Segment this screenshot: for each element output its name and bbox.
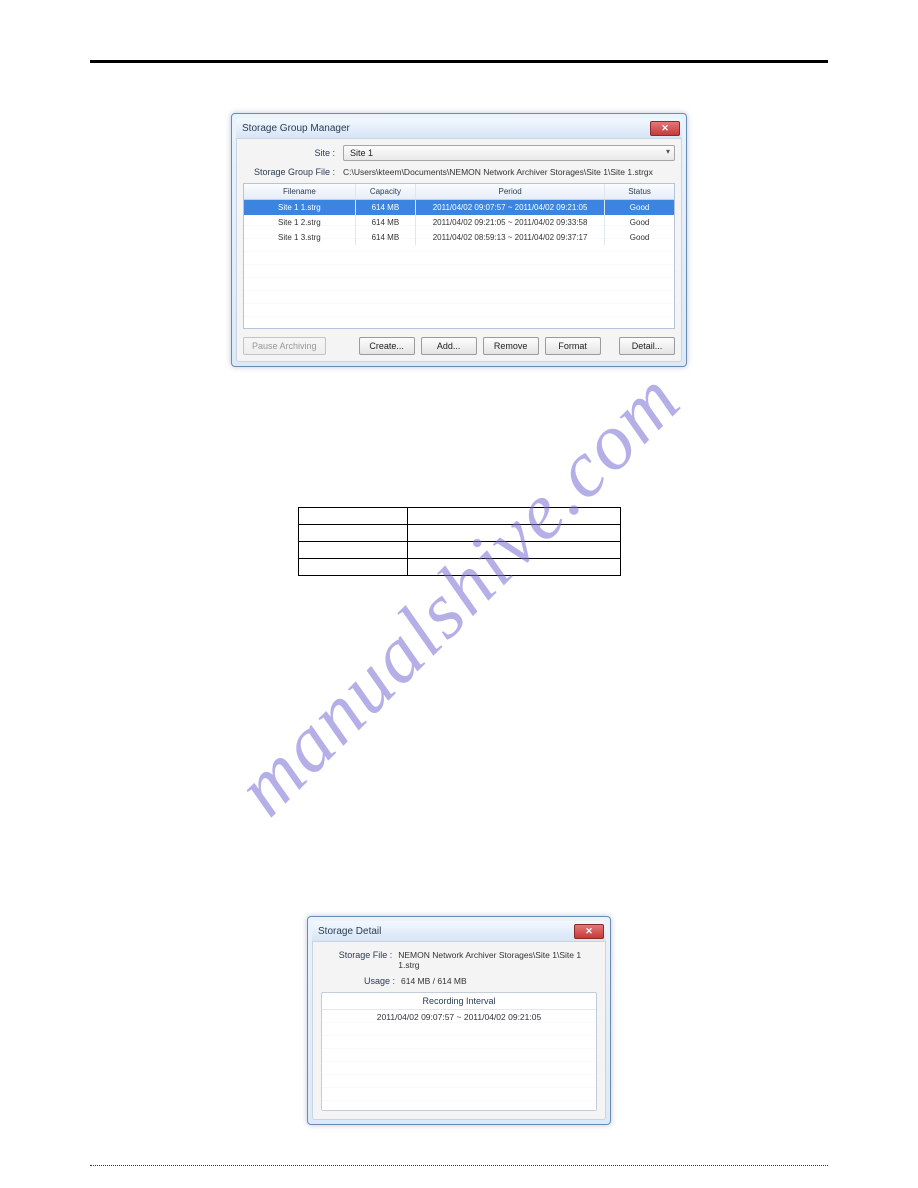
cell-status: Good [605, 215, 674, 230]
sd-usage-label: Usage : [321, 976, 401, 986]
detail-button[interactable]: Detail... [619, 337, 675, 355]
close-icon[interactable]: ✕ [650, 121, 680, 136]
table-row[interactable]: Site 1 2.strg 614 MB 2011/04/02 09:21:05… [244, 215, 674, 230]
cell-filename: Site 1 1.strg [244, 200, 356, 215]
site-dropdown-value: Site 1 [350, 148, 373, 158]
col-capacity[interactable]: Capacity [356, 184, 416, 199]
format-button[interactable]: Format [545, 337, 601, 355]
create-button[interactable]: Create... [359, 337, 415, 355]
cell-period: 2011/04/02 09:21:05 ~ 2011/04/02 09:33:5… [416, 215, 605, 230]
pause-archiving-button[interactable]: Pause Archiving [243, 337, 326, 355]
table-row [298, 559, 620, 576]
cell-filename: Site 1 2.strg [244, 215, 356, 230]
table-row[interactable]: Site 1 3.strg 614 MB 2011/04/02 08:59:13… [244, 230, 674, 245]
sd-usage-value: 614 MB / 614 MB [401, 976, 467, 986]
storage-detail-dialog: Storage Detail ✕ Storage File : NEMON Ne… [307, 916, 611, 1125]
cell-filename: Site 1 3.strg [244, 230, 356, 245]
recording-interval-body: 2011/04/02 09:07:57 ~ 2011/04/02 09:21:0… [322, 1010, 596, 1110]
cell-capacity: 614 MB [356, 230, 416, 245]
table-row [298, 508, 620, 525]
sgm-titlebar: Storage Group Manager ✕ [236, 118, 682, 138]
close-icon[interactable]: ✕ [574, 924, 604, 939]
group-file-label: Storage Group File : [243, 167, 343, 177]
cell-period: 2011/04/02 08:59:13 ~ 2011/04/02 09:37:1… [416, 230, 605, 245]
storage-group-manager-dialog: Storage Group Manager ✕ Site : Site 1 St… [231, 113, 687, 367]
table-row [298, 542, 620, 559]
doc-table [298, 507, 621, 576]
page-top-rule [90, 60, 828, 63]
cell-period: 2011/04/02 09:07:57 ~ 2011/04/02 09:21:0… [416, 200, 605, 215]
storage-grid: Filename Capacity Period Status Site 1 1… [243, 183, 675, 329]
storage-grid-body[interactable]: Site 1 1.strg 614 MB 2011/04/02 09:07:57… [244, 200, 674, 328]
remove-button[interactable]: Remove [483, 337, 539, 355]
site-dropdown[interactable]: Site 1 [343, 145, 675, 161]
recording-interval-title: Recording Interval [322, 993, 596, 1010]
sd-file-label: Storage File : [321, 950, 398, 970]
sd-title: Storage Detail [318, 926, 381, 937]
cell-capacity: 614 MB [356, 215, 416, 230]
page-bottom-rule [90, 1165, 828, 1166]
cell-status: Good [605, 200, 674, 215]
sd-file-value: NEMON Network Archiver Storages\Site 1\S… [398, 950, 597, 970]
watermark-text: manualshive.com [219, 354, 699, 834]
table-row[interactable]: Site 1 1.strg 614 MB 2011/04/02 09:07:57… [244, 200, 674, 215]
recording-interval-row: 2011/04/02 09:07:57 ~ 2011/04/02 09:21:0… [322, 1010, 596, 1024]
group-file-path: C:\Users\kteem\Documents\NEMON Network A… [343, 167, 675, 177]
col-filename[interactable]: Filename [244, 184, 356, 199]
site-label: Site : [243, 148, 343, 158]
sgm-title: Storage Group Manager [242, 123, 350, 134]
add-button[interactable]: Add... [421, 337, 477, 355]
storage-grid-header: Filename Capacity Period Status [244, 184, 674, 200]
sd-titlebar: Storage Detail ✕ [312, 921, 606, 941]
col-status[interactable]: Status [605, 184, 674, 199]
cell-status: Good [605, 230, 674, 245]
recording-interval-panel: Recording Interval 2011/04/02 09:07:57 ~… [321, 992, 597, 1111]
cell-capacity: 614 MB [356, 200, 416, 215]
col-period[interactable]: Period [416, 184, 605, 199]
table-row [298, 525, 620, 542]
